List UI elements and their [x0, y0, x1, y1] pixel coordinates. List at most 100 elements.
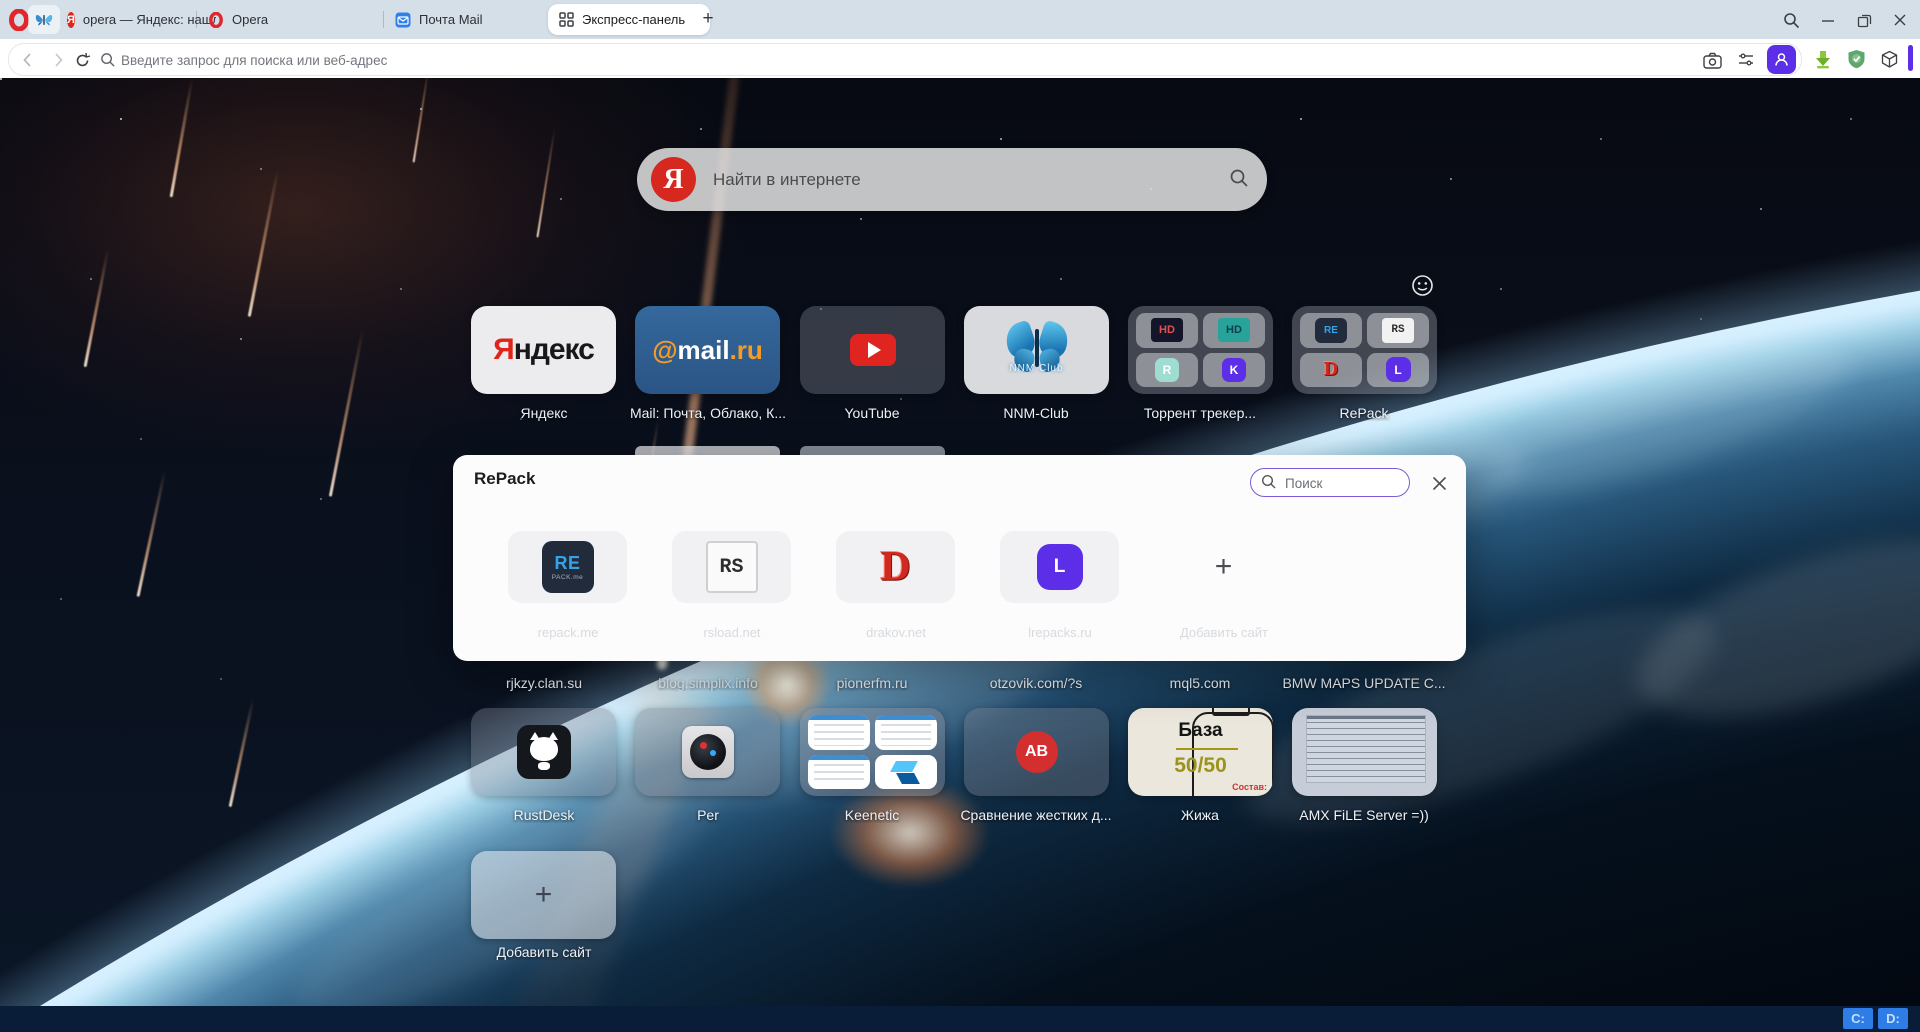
drakov-icon: D [880, 544, 911, 590]
add-site-tile[interactable]: + [471, 851, 616, 939]
extensions-button[interactable] [1878, 48, 1900, 70]
plus-icon: + [1214, 550, 1233, 583]
zhizha-title: База [1178, 720, 1223, 741]
opera-logo-icon [9, 8, 29, 32]
tab-opera[interactable]: Opera [198, 0, 401, 39]
mail-favicon [395, 12, 411, 28]
plus-icon: + [534, 878, 553, 911]
repack-me-icon: RE PACK.me [541, 541, 594, 593]
folder-tile-keenetic[interactable] [800, 708, 945, 796]
popup-tile-lrepacks[interactable]: L [1000, 531, 1119, 603]
customize-smiley-button[interactable] [1411, 274, 1434, 297]
tile-label: NNM-Club [1003, 405, 1069, 421]
address-input[interactable] [119, 46, 1523, 74]
opera-menu-button[interactable] [8, 8, 30, 36]
restore-icon [1857, 14, 1871, 27]
popup-add-site-tile[interactable]: + [1164, 531, 1283, 603]
extension-savefrom-button[interactable] [1812, 48, 1834, 70]
speed-dial-grid-icon [558, 12, 574, 28]
tab-separator [196, 11, 197, 28]
popup-tile-drakov[interactable]: D [836, 531, 955, 603]
window-search-button[interactable] [1779, 8, 1803, 32]
zhizha-note: Состав: [1232, 782, 1267, 792]
popup-tile-rsload[interactable]: RS [672, 531, 791, 603]
folder-tile-torrent[interactable]: HD HD R K [1128, 306, 1273, 394]
reload-icon [76, 52, 90, 66]
plus-icon: + [702, 8, 714, 29]
tile-label: Keenetic [844, 807, 900, 823]
tile-nnm-club[interactable]: NNM Club [964, 306, 1109, 394]
sidebar-butterfly-button[interactable] [28, 5, 60, 34]
person-icon [1775, 53, 1788, 66]
drive-d-badge: D: [1878, 1008, 1908, 1029]
flutter-logo-icon [875, 754, 937, 789]
lrepacks-icon: L [1036, 544, 1083, 590]
butterfly-logo-icon: NNM Club [998, 319, 1076, 377]
search-icon [1229, 168, 1249, 193]
popup-tile-repack-me[interactable]: RE PACK.me [508, 531, 627, 603]
mini-site-icon: R [1136, 352, 1198, 387]
ab-logo-icon: AB [1015, 731, 1058, 773]
easy-setup-button[interactable] [1735, 49, 1757, 71]
sidebar-handle[interactable] [1908, 45, 1913, 71]
back-icon [23, 53, 31, 67]
restore-button[interactable] [1852, 8, 1876, 32]
close-button[interactable] [1888, 8, 1912, 32]
yandex-search-box[interactable]: Я [637, 148, 1267, 211]
tile-rustdesk[interactable] [471, 708, 616, 796]
profile-button[interactable] [1767, 45, 1796, 74]
address-field[interactable] [8, 43, 1802, 76]
mini-site-icon: HD [1203, 313, 1265, 348]
back-button[interactable] [17, 49, 39, 71]
popup-close-button[interactable] [1427, 471, 1451, 495]
bottom-bar [0, 1006, 1920, 1032]
tab-mail[interactable]: Почта Mail [385, 0, 566, 39]
mini-site-icon: RS [1367, 313, 1429, 348]
new-tab-button[interactable]: + [696, 7, 720, 31]
popup-tile-label: lrepacks.ru [1028, 625, 1092, 640]
tile-per[interactable] [635, 708, 780, 796]
address-search-icon [97, 49, 119, 71]
camera-icon [1702, 52, 1722, 69]
mini-site-icon: RE [1300, 313, 1362, 348]
mini-site-icon: L [1367, 352, 1429, 387]
cube-icon [1881, 50, 1897, 68]
reload-button[interactable] [71, 49, 93, 71]
popup-tile-label: Добавить сайт [1179, 625, 1268, 640]
minimize-button[interactable] [1816, 8, 1840, 32]
tile-label: RePack [1339, 405, 1389, 421]
tab-label: Opera [232, 12, 269, 27]
tile-label: AMX FiLE Server =)) [1299, 807, 1429, 823]
close-icon [1432, 476, 1446, 490]
yandex-logo-icon: Я [651, 157, 696, 202]
yandex-search-input[interactable] [711, 164, 1155, 196]
tile-mail[interactable]: @mail.ru [635, 306, 780, 394]
popup-search-input[interactable] [1283, 472, 1405, 494]
popup-search-field[interactable] [1250, 468, 1410, 497]
butterfly-icon [35, 14, 53, 25]
tile-label: mql5.com [1169, 675, 1231, 691]
tile-yandex[interactable]: Яндекс [471, 306, 616, 394]
tab-yandex-search[interactable]: Я opera — Яндекс: нашлос [57, 0, 216, 39]
folder-tile-repack[interactable]: RE RS D L [1292, 306, 1437, 394]
tile-label: rjkzy.clan.su [506, 675, 582, 691]
snapshot-button[interactable] [1701, 49, 1723, 71]
extension-adguard-button[interactable] [1845, 48, 1867, 70]
tab-speed-dial[interactable]: Экспресс-панель [548, 4, 710, 35]
forward-button[interactable] [47, 49, 69, 71]
tile-zhizha[interactable]: База 50/50 Состав: [1128, 708, 1273, 796]
webcam-icon [681, 726, 734, 778]
tile-label: BMW MAPS UPDATE C... [1282, 675, 1446, 691]
tile-amx-file-server[interactable] [1292, 708, 1437, 796]
green-download-arrow-icon [1816, 51, 1830, 69]
tab-label: Почта Mail [419, 12, 483, 27]
tile-label: RustDesk [513, 807, 575, 823]
tile-comparison[interactable]: AB [964, 708, 1109, 796]
rsload-icon: RS [705, 541, 758, 593]
file-list-screenshot [1306, 715, 1426, 783]
address-bar [0, 39, 1920, 78]
yandex-favicon: Я [67, 11, 75, 28]
tile-youtube[interactable] [800, 306, 945, 394]
tile-label: Per [697, 807, 719, 823]
forward-icon [55, 53, 63, 67]
